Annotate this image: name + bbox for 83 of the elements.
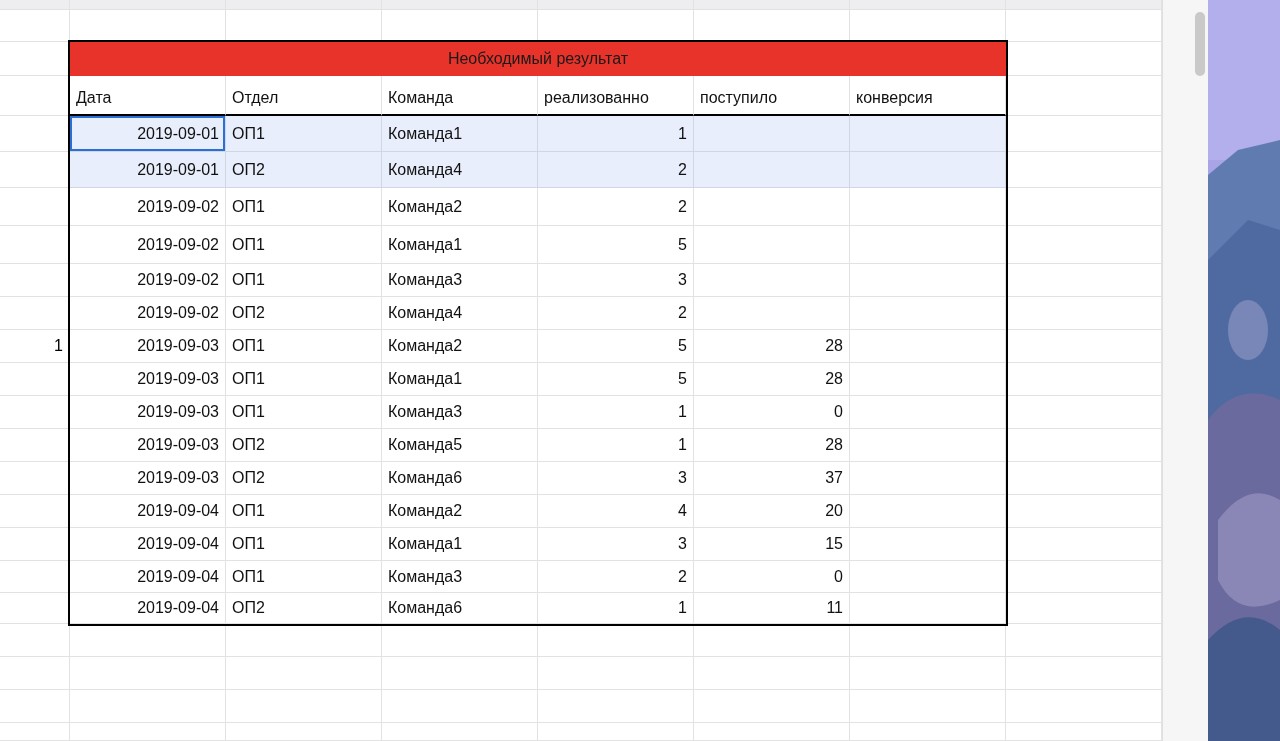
table-cell: 1 bbox=[538, 396, 694, 429]
column-header: Отдел bbox=[226, 76, 382, 116]
table-cell: 2019-09-03 bbox=[70, 330, 226, 363]
grid-cell bbox=[0, 0, 70, 10]
table-cell: ОП2 bbox=[226, 429, 382, 462]
table-cell: 2 bbox=[538, 297, 694, 330]
table-cell: 2019-09-03 bbox=[70, 462, 226, 495]
table-cell: 28 bbox=[694, 330, 850, 363]
table-cell: 1 bbox=[538, 116, 694, 152]
table-cell: 15 bbox=[694, 528, 850, 561]
table-cell: Команда1 bbox=[382, 226, 538, 264]
table-cell: 2019-09-02 bbox=[70, 297, 226, 330]
table-cell: 2019-09-04 bbox=[70, 593, 226, 624]
table-cell: 2019-09-02 bbox=[70, 188, 226, 226]
table-cell: Команда6 bbox=[382, 462, 538, 495]
table-cell: 2019-09-04 bbox=[70, 561, 226, 593]
table-cell: ОП2 bbox=[226, 152, 382, 188]
table-cell: 3 bbox=[538, 528, 694, 561]
grid-cell bbox=[0, 690, 70, 723]
table-cell: 2019-09-01 bbox=[70, 116, 226, 152]
grid-cell bbox=[0, 657, 70, 690]
table-cell: ОП1 bbox=[226, 528, 382, 561]
table-cell: Команда3 bbox=[382, 561, 538, 593]
table-cell: 1 bbox=[538, 593, 694, 624]
column-header: поступило bbox=[694, 76, 850, 116]
table-cell: 37 bbox=[694, 462, 850, 495]
table-cell: Команда4 bbox=[382, 152, 538, 188]
table-cell: ОП1 bbox=[226, 330, 382, 363]
grid-cell bbox=[0, 624, 70, 657]
table-cell: 2019-09-02 bbox=[70, 264, 226, 297]
table-cell: 2019-09-03 bbox=[70, 363, 226, 396]
table-cell: 5 bbox=[538, 226, 694, 264]
table-cell: Команда6 bbox=[382, 593, 538, 624]
table-cell: 2019-09-02 bbox=[70, 226, 226, 264]
table-cell: 2019-09-04 bbox=[70, 528, 226, 561]
grid-cell bbox=[0, 723, 70, 741]
table-cell: 2019-09-01 bbox=[70, 152, 226, 188]
table-cell: ОП1 bbox=[226, 495, 382, 528]
table-cell: ОП2 bbox=[226, 297, 382, 330]
table-cell: Команда3 bbox=[382, 264, 538, 297]
table-cell: ОП2 bbox=[226, 593, 382, 624]
grid-cell bbox=[0, 10, 70, 42]
scrollbar[interactable] bbox=[1162, 0, 1208, 741]
table-cell: ОП2 bbox=[226, 462, 382, 495]
table-cell: Команда3 bbox=[382, 396, 538, 429]
table-cell: Команда2 bbox=[382, 330, 538, 363]
table-cell: Команда5 bbox=[382, 429, 538, 462]
table-title: Необходимый результат bbox=[70, 42, 1006, 76]
table-cell: 2019-09-04 bbox=[70, 495, 226, 528]
table-cell: 20 bbox=[694, 495, 850, 528]
table-cell: ОП1 bbox=[226, 561, 382, 593]
table-cell: ОП1 bbox=[226, 363, 382, 396]
table-cell: 3 bbox=[538, 264, 694, 297]
table-cell: 28 bbox=[694, 363, 850, 396]
table-cell: ОП1 bbox=[226, 264, 382, 297]
table-cell: 1 bbox=[538, 429, 694, 462]
table-cell: 0 bbox=[694, 396, 850, 429]
column-header: конверсия bbox=[850, 76, 1006, 116]
table-cell: 2 bbox=[538, 152, 694, 188]
table-cell: 2019-09-03 bbox=[70, 429, 226, 462]
table-cell: Команда1 bbox=[382, 116, 538, 152]
table-cell: ОП1 bbox=[226, 188, 382, 226]
table-cell: 5 bbox=[538, 363, 694, 396]
table-cell: Команда4 bbox=[382, 297, 538, 330]
table-cell: Команда2 bbox=[382, 495, 538, 528]
table-cell: Команда2 bbox=[382, 188, 538, 226]
table-cell: ОП1 bbox=[226, 226, 382, 264]
table-cell: Команда1 bbox=[382, 528, 538, 561]
table-cell: Команда1 bbox=[382, 363, 538, 396]
table-cell: 2 bbox=[538, 188, 694, 226]
table-cell: 0 bbox=[694, 561, 850, 593]
table-cell: 3 bbox=[538, 462, 694, 495]
table-cell: 4 bbox=[538, 495, 694, 528]
column-header: реализованно bbox=[538, 76, 694, 116]
table-cell: 2019-09-03 bbox=[70, 396, 226, 429]
table-cell: ОП1 bbox=[226, 116, 382, 152]
column-header: Дата bbox=[70, 76, 226, 116]
table-cell: 28 bbox=[694, 429, 850, 462]
table-cell: 5 bbox=[538, 330, 694, 363]
table-cell: 2 bbox=[538, 561, 694, 593]
column-header: Команда bbox=[382, 76, 538, 116]
table-cell: 11 bbox=[694, 593, 850, 624]
table-cell: ОП1 bbox=[226, 396, 382, 429]
